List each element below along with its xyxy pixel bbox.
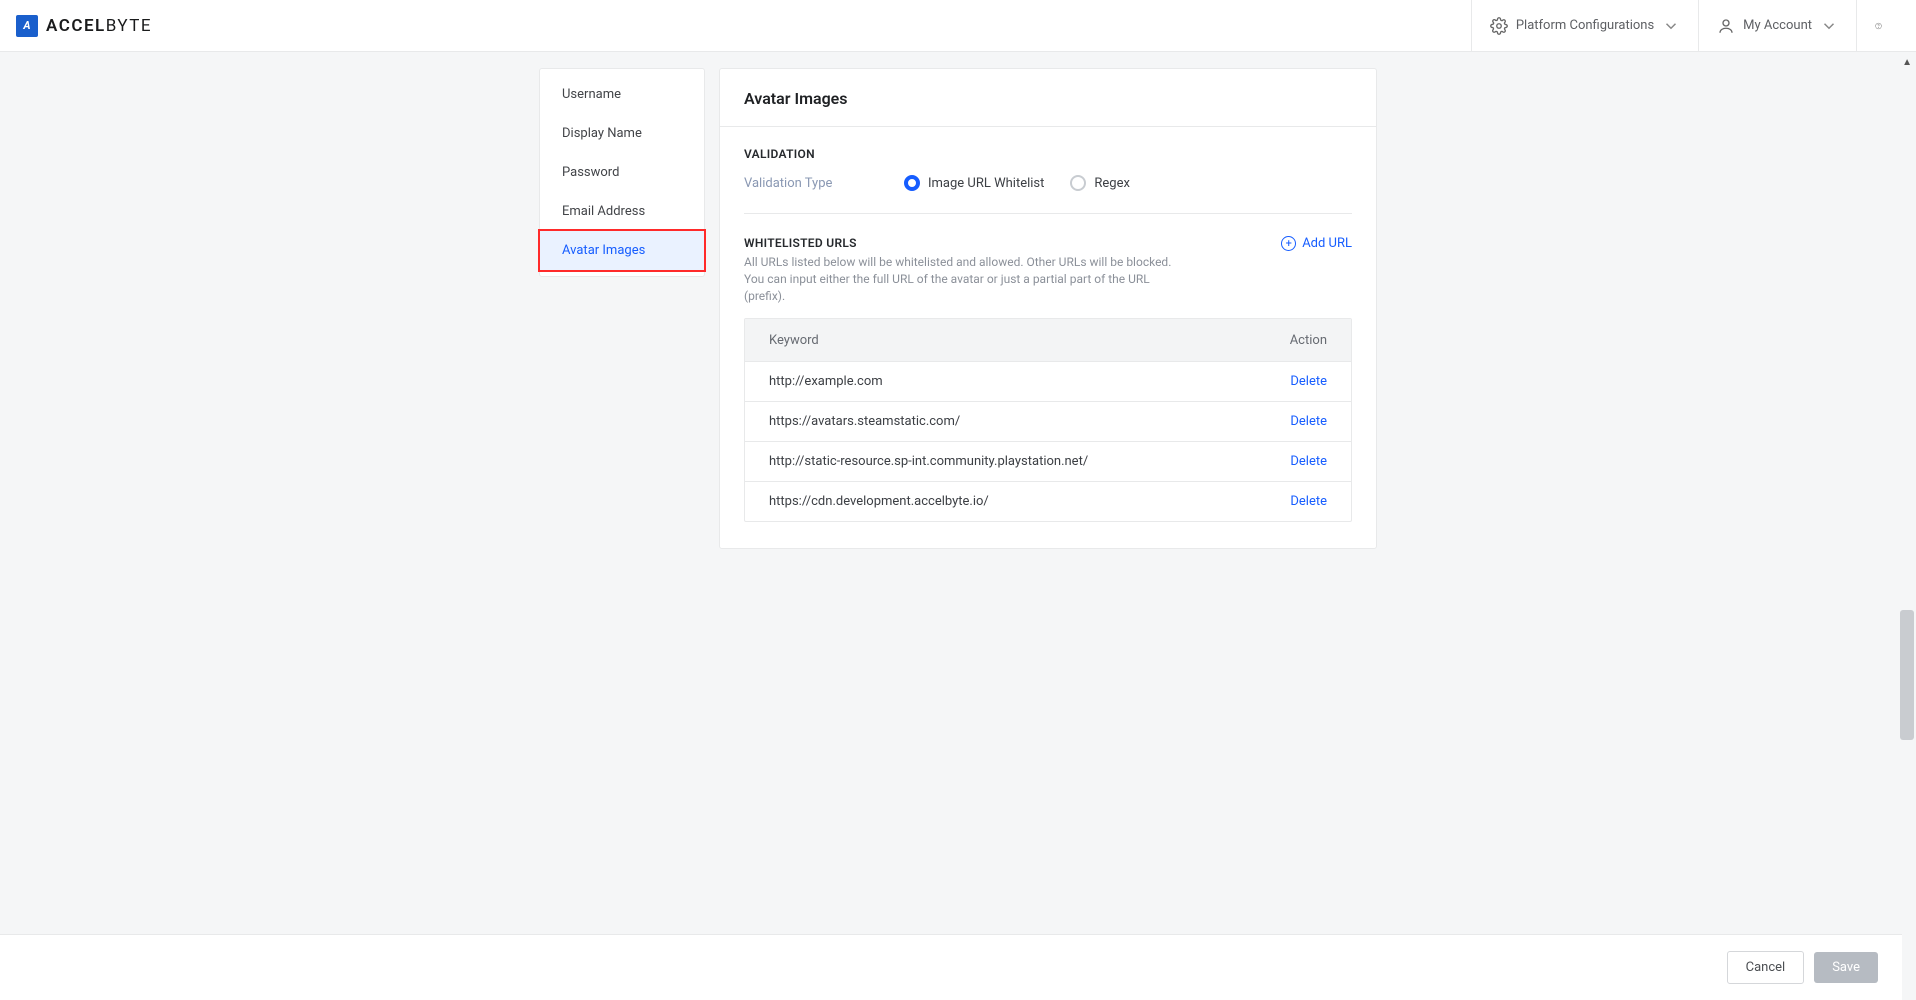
validation-type-radio-group: Image URL Whitelist Regex (904, 175, 1130, 191)
whitelist-section-title: WHITELISTED URLS (744, 236, 1174, 250)
brand-name: ACCELBYTE (46, 16, 152, 36)
scroll-up-arrow[interactable]: ▲ (1902, 57, 1912, 68)
delete-row-button[interactable]: Delete (1267, 414, 1327, 429)
table-row: http://example.comDelete (745, 361, 1351, 401)
add-url-label: Add URL (1302, 236, 1352, 251)
radio-label: Image URL Whitelist (928, 176, 1044, 191)
platform-configurations-menu[interactable]: Platform Configurations (1471, 0, 1698, 52)
panel-title: Avatar Images (720, 69, 1376, 127)
delete-row-button[interactable]: Delete (1267, 374, 1327, 389)
radio-label: Regex (1094, 176, 1130, 191)
table-header-row: Keyword Action (745, 319, 1351, 361)
validation-type-label: Validation Type (744, 176, 854, 191)
my-account-menu[interactable]: My Account (1698, 0, 1856, 52)
whitelist-table: Keyword Action http://example.comDeleteh… (744, 318, 1352, 522)
table-row: https://cdn.development.accelbyte.io/Del… (745, 481, 1351, 521)
settings-sidebar: UsernameDisplay NamePasswordEmail Addres… (539, 68, 705, 277)
whitelist-keyword: https://cdn.development.accelbyte.io/ (769, 494, 1267, 509)
radio-image-url-whitelist[interactable]: Image URL Whitelist (904, 175, 1044, 191)
cancel-button[interactable]: Cancel (1727, 951, 1805, 984)
user-icon (1717, 17, 1735, 35)
chevron-down-icon (1662, 17, 1680, 35)
keyword-column-header: Keyword (769, 333, 1267, 348)
avatar-images-panel: Avatar Images VALIDATION Validation Type… (719, 68, 1377, 549)
sidebar-item-display-name[interactable]: Display Name (540, 114, 704, 153)
help-icon (1875, 17, 1882, 35)
brand-logo[interactable]: A ACCELBYTE (16, 15, 152, 37)
footer-actions: Cancel Save (0, 934, 1902, 1000)
delete-row-button[interactable]: Delete (1267, 454, 1327, 469)
delete-row-button[interactable]: Delete (1267, 494, 1327, 509)
logo-badge-icon: A (16, 15, 38, 37)
sidebar-item-email-address[interactable]: Email Address (540, 192, 704, 231)
chevron-down-icon (1820, 17, 1838, 35)
table-row: https://avatars.steamstatic.com/Delete (745, 401, 1351, 441)
whitelist-description: All URLs listed below will be whiteliste… (744, 254, 1174, 304)
save-button[interactable]: Save (1814, 952, 1878, 983)
whitelist-keyword: https://avatars.steamstatic.com/ (769, 414, 1267, 429)
plus-icon: + (1281, 236, 1296, 251)
radio-dot-icon (1070, 175, 1086, 191)
gear-icon (1490, 17, 1508, 35)
sidebar-item-avatar-images[interactable]: Avatar Images (538, 229, 706, 272)
whitelist-keyword: http://static-resource.sp-int.community.… (769, 454, 1267, 469)
sidebar-item-username[interactable]: Username (540, 75, 704, 114)
whitelist-keyword: http://example.com (769, 374, 1267, 389)
radio-regex[interactable]: Regex (1070, 175, 1130, 191)
help-button[interactable] (1856, 0, 1900, 52)
my-account-label: My Account (1743, 18, 1812, 33)
add-url-button[interactable]: + Add URL (1281, 236, 1352, 251)
top-header: A ACCELBYTE Platform Configurations My A… (0, 0, 1916, 52)
validation-section-title: VALIDATION (744, 147, 1352, 161)
platform-config-label: Platform Configurations (1516, 18, 1654, 33)
scrollbar-thumb[interactable] (1900, 610, 1914, 740)
sidebar-item-password[interactable]: Password (540, 153, 704, 192)
radio-dot-icon (904, 175, 920, 191)
action-column-header: Action (1267, 333, 1327, 348)
table-row: http://static-resource.sp-int.community.… (745, 441, 1351, 481)
